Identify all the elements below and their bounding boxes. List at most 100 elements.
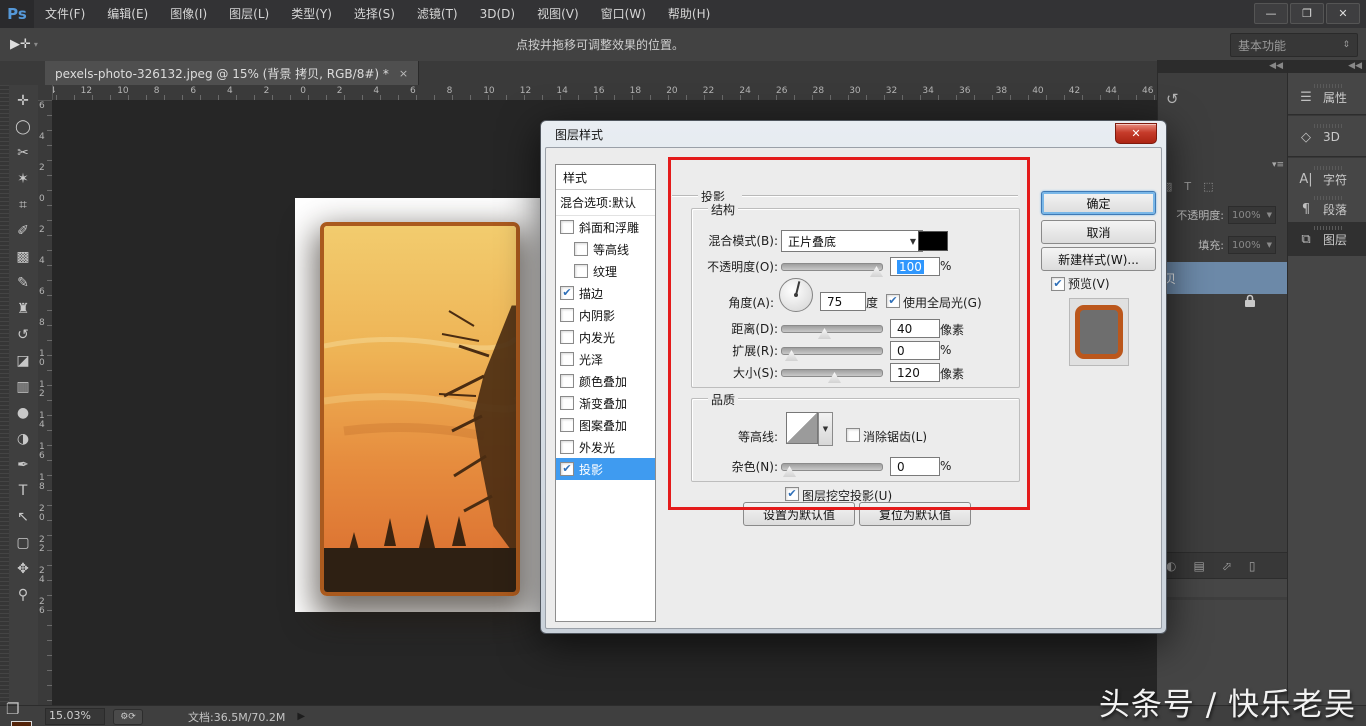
- menu-item-9[interactable]: 窗口(W): [590, 0, 657, 28]
- workspace-switcher[interactable]: 基本功能 ⇕: [1230, 33, 1358, 57]
- crop-tool[interactable]: ⌗: [9, 192, 37, 217]
- ps-logo: Ps: [0, 0, 34, 28]
- gradient-tool[interactable]: ▥: [9, 374, 37, 399]
- knockout-checkbox[interactable]: [785, 487, 799, 501]
- hand-tool[interactable]: ✥: [9, 556, 37, 581]
- blur-tool[interactable]: ●: [9, 400, 37, 425]
- noise-slider[interactable]: [781, 463, 883, 471]
- dock-collapse-arrows-icon[interactable]: ◀◀: [1288, 60, 1366, 73]
- menu-item-6[interactable]: 滤镜(T): [406, 0, 469, 28]
- layer-lock-icons[interactable]: ▨T⬚: [1162, 180, 1226, 193]
- cancel-button[interactable]: 取消: [1041, 220, 1156, 244]
- zoom-level-field[interactable]: 15.03%: [45, 708, 105, 725]
- shape-tool[interactable]: ▢: [9, 530, 37, 555]
- screen-mode-button[interactable]: ❐: [6, 700, 19, 718]
- brush-tool[interactable]: ✎: [9, 270, 37, 295]
- distance-input[interactable]: 40: [890, 319, 940, 338]
- 图层-icon: ⧉: [1297, 232, 1315, 247]
- anti-alias-checkbox[interactable]: [846, 428, 860, 442]
- blending-options-item[interactable]: 混合选项:默认: [556, 190, 655, 216]
- panel-footer-icon-2[interactable]: ⬀: [1222, 559, 1232, 573]
- dodge-tool[interactable]: ◑: [9, 426, 37, 451]
- spread-slider-thumb[interactable]: [785, 350, 798, 361]
- noise-slider-thumb[interactable]: [783, 466, 796, 477]
- marquee-tool[interactable]: ◯: [9, 114, 37, 139]
- panel-footer-icon-0[interactable]: ◐: [1166, 559, 1176, 573]
- chevron-down-icon: ▼: [1267, 211, 1272, 219]
- menu-item-7[interactable]: 3D(D): [469, 0, 526, 28]
- set-default-button[interactable]: 设置为默认值: [743, 502, 855, 526]
- status-gear-icon[interactable]: ⚙⟳: [113, 709, 143, 725]
- panel-collapse-arrows-icon[interactable]: ◀◀: [1158, 60, 1288, 73]
- current-tool-icon[interactable]: ▶✛ ▾: [10, 37, 38, 52]
- menu-item-2[interactable]: 图像(I): [159, 0, 218, 28]
- toolbar-grip[interactable]: [0, 85, 9, 705]
- menu-item-3[interactable]: 图层(L): [218, 0, 280, 28]
- angle-dial[interactable]: [779, 278, 813, 312]
- distance-slider[interactable]: [781, 325, 883, 333]
- lasso-tool[interactable]: ✂: [9, 140, 37, 165]
- opacity-slider-thumb[interactable]: [870, 266, 883, 277]
- spread-input[interactable]: 0: [890, 341, 940, 360]
- shadow-color-swatch[interactable]: [918, 231, 948, 251]
- menu-item-10[interactable]: 帮助(H): [657, 0, 721, 28]
- selected-layer-row[interactable]: 贝: [1158, 262, 1288, 294]
- angle-input[interactable]: 75: [820, 292, 866, 311]
- blend-mode-dropdown[interactable]: 正片叠底 ▼: [781, 230, 923, 252]
- panel-menu-icon[interactable]: ▾≡: [1272, 160, 1284, 170]
- clone-stamp-tool[interactable]: ♜: [9, 296, 37, 321]
- restore-button[interactable]: ❐: [1290, 3, 1324, 24]
- magic-wand-tool[interactable]: ✶: [9, 166, 37, 191]
- tab-close-icon[interactable]: ×: [399, 67, 408, 80]
- eraser-tool[interactable]: ◪: [9, 348, 37, 373]
- close-button[interactable]: ✕: [1326, 3, 1360, 24]
- opacity-field[interactable]: 100% ▼: [1228, 206, 1276, 224]
- structure-title: 结构: [708, 201, 738, 218]
- menu-item-0[interactable]: 文件(F): [34, 0, 96, 28]
- distance-slider-thumb[interactable]: [818, 328, 831, 339]
- fill-field[interactable]: 100% ▼: [1228, 236, 1276, 254]
- menu-item-8[interactable]: 视图(V): [526, 0, 590, 28]
- opacity-input[interactable]: 100: [890, 257, 940, 276]
- ok-button[interactable]: 确定: [1041, 191, 1156, 215]
- history-brush-tool[interactable]: ↺: [9, 322, 37, 347]
- minimize-button[interactable]: —: [1254, 3, 1288, 24]
- global-light-checkbox[interactable]: [886, 294, 900, 308]
- lock-option-icon-1[interactable]: T: [1184, 180, 1191, 193]
- pen-tool[interactable]: ✒: [9, 452, 37, 477]
- reset-default-button[interactable]: 复位为默认值: [859, 502, 971, 526]
- menu-item-5[interactable]: 选择(S): [343, 0, 406, 28]
- move-tool[interactable]: ✛: [9, 88, 37, 113]
- size-input[interactable]: 120: [890, 363, 940, 382]
- path-select-tool[interactable]: ↖: [9, 504, 37, 529]
- new-style-button[interactable]: 新建样式(W)...: [1041, 247, 1156, 271]
- status-menu-arrow-icon[interactable]: ▶: [297, 711, 305, 722]
- contour-dropdown-arrow[interactable]: ▼: [818, 412, 833, 446]
- opacity-slider[interactable]: [781, 263, 883, 271]
- photo-layer[interactable]: [320, 222, 520, 596]
- contour-thumbnail[interactable]: [786, 412, 818, 444]
- style-item-8[interactable]: 渐变叠加: [556, 392, 655, 414]
- panel-footer-icon-1[interactable]: ▤: [1193, 559, 1204, 573]
- lock-option-icon-2[interactable]: ⬚: [1203, 180, 1213, 193]
- history-icon[interactable]: ↺: [1166, 90, 1179, 108]
- menu-item-4[interactable]: 类型(Y): [280, 0, 343, 28]
- healing-brush-tool[interactable]: ▩: [9, 244, 37, 269]
- style-item-checkbox[interactable]: [560, 396, 574, 410]
- dialog-title-bar[interactable]: 图层样式: [541, 121, 1166, 147]
- size-slider[interactable]: [781, 369, 883, 377]
- panel-footer-icon-3[interactable]: ▯: [1249, 559, 1256, 573]
- type-tool[interactable]: T: [9, 478, 37, 503]
- layers-panel-resize[interactable]: [1158, 578, 1288, 597]
- noise-input[interactable]: 0: [890, 457, 940, 476]
- menu-item-1[interactable]: 编辑(E): [96, 0, 159, 28]
- dialog-close-button[interactable]: ✕: [1115, 123, 1157, 144]
- document-tab[interactable]: pexels-photo-326132.jpeg @ 15% (背景 拷贝, R…: [45, 61, 419, 85]
- eyedropper-tool[interactable]: ✐: [9, 218, 37, 243]
- hruler-number: 34: [922, 86, 933, 96]
- spread-slider[interactable]: [781, 347, 883, 355]
- size-slider-thumb[interactable]: [828, 372, 841, 383]
- foreground-color-swatch[interactable]: [11, 721, 32, 726]
- zoom-tool[interactable]: ⚲: [9, 582, 37, 607]
- preview-checkbox[interactable]: [1051, 277, 1065, 291]
